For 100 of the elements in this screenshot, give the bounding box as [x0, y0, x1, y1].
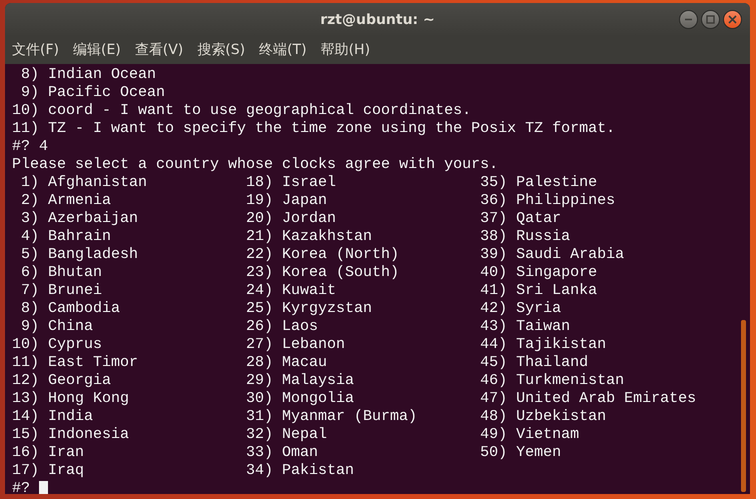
window-title: rzt@ubuntu: ~ [320, 12, 435, 28]
country-name: Philippines [516, 192, 616, 210]
close-icon [728, 15, 737, 24]
option-number: 27) [246, 336, 274, 354]
country-name: Palestine [516, 174, 598, 192]
option-number: 14) [12, 408, 39, 426]
country-name: Yemen [516, 444, 562, 462]
maximize-icon [706, 15, 715, 24]
option-number: 41) [480, 282, 508, 300]
country-name: Indonesia [48, 426, 130, 444]
country-name: Azerbaijan [48, 210, 138, 228]
minimize-button[interactable] [679, 10, 698, 29]
menu-item[interactable]: 帮助(H) [320, 41, 370, 59]
terminal-line: #? 4 [12, 138, 48, 156]
option-number: 22) [246, 246, 274, 264]
country-name: Saudi Arabia [516, 246, 624, 264]
option-number: 36) [480, 192, 508, 210]
menu-item[interactable]: 文件(F) [12, 41, 59, 59]
option-number: 37) [480, 210, 508, 228]
option-number: 24) [246, 282, 274, 300]
menu-item[interactable]: 终端(T) [259, 41, 307, 59]
country-name: Korea (North) [282, 246, 400, 264]
country-name: United Arab Emirates [516, 390, 696, 408]
close-button[interactable] [723, 10, 742, 29]
option-number: 6) [20, 264, 39, 282]
option-number: 4) [20, 228, 39, 246]
option-number: 16) [12, 444, 39, 462]
option-number: 28) [246, 354, 274, 372]
option-number: 20) [246, 210, 274, 228]
country-name: Tajikistan [516, 336, 606, 354]
option-number: 50) [480, 444, 508, 462]
country-name: Japan [282, 192, 328, 210]
option-number: 3) [20, 210, 39, 228]
option-number: 15) [12, 426, 39, 444]
terminal-line: 10) coord - I want to use geographical coordinates. [12, 102, 472, 120]
country-name: Vietnam [516, 426, 580, 444]
option-number: 49) [480, 426, 508, 444]
country-name: Georgia [48, 372, 112, 390]
country-name: Nepal [282, 426, 328, 444]
option-number: 18) [246, 174, 274, 192]
country-name: Pakistan [282, 462, 354, 480]
country-name: Lebanon [282, 336, 346, 354]
terminal-line: 9) Pacific Ocean [20, 84, 166, 102]
country-name: Macau [282, 354, 328, 372]
country-name: Oman [282, 444, 318, 462]
menu-item[interactable]: 编辑(E) [72, 41, 121, 59]
scrollbar-thumb[interactable] [741, 320, 746, 492]
option-number: 38) [480, 228, 508, 246]
terminal-line: 8) Indian Ocean [20, 66, 156, 84]
menu-item[interactable]: 搜索(S) [197, 41, 246, 59]
country-name: Syria [516, 300, 562, 318]
option-number: 17) [12, 462, 39, 480]
option-number: 2) [20, 192, 39, 210]
country-name: Cyprus [48, 336, 102, 354]
prompt-text: #? [12, 480, 30, 494]
country-name: Singapore [516, 264, 598, 282]
option-number: 43) [480, 318, 508, 336]
option-number: 47) [480, 390, 508, 408]
option-number: 1) [20, 174, 39, 192]
country-name: Bangladesh [48, 246, 138, 264]
country-name: Sri Lanka [516, 282, 598, 300]
terminal-line: Please select a country whose clocks agree with yours. [12, 156, 498, 174]
country-name: Iraq [48, 462, 84, 480]
country-name: Myanmar (Burma) [282, 408, 418, 426]
text-cursor [39, 480, 48, 494]
menu-item[interactable]: 查看(V) [134, 41, 184, 59]
option-number: 30) [246, 390, 274, 408]
option-number: 8) [20, 300, 39, 318]
country-name: Uzbekistan [516, 408, 606, 426]
option-number: 12) [12, 372, 39, 390]
option-number: 29) [246, 372, 274, 390]
country-name: Russia [516, 228, 570, 246]
maximize-button[interactable] [701, 10, 720, 29]
country-name: Hong Kong [48, 390, 130, 408]
option-number: 19) [246, 192, 274, 210]
country-name: Israel [282, 174, 336, 192]
country-name: Bahrain [48, 228, 112, 246]
option-number: 21) [246, 228, 274, 246]
country-name: Bhutan [48, 264, 102, 282]
country-name: Jordan [282, 210, 336, 228]
country-name: Taiwan [516, 318, 570, 336]
country-name: Iran [48, 444, 84, 462]
country-name: Afghanistan [48, 174, 148, 192]
option-number: 46) [480, 372, 508, 390]
option-number: 5) [20, 246, 39, 264]
option-number: 32) [246, 426, 274, 444]
option-number: 42) [480, 300, 508, 318]
option-number: 48) [480, 408, 508, 426]
country-name: Brunei [48, 282, 102, 300]
country-name: Kyrgyzstan [282, 300, 372, 318]
option-number: 11) [12, 354, 39, 372]
option-number: 23) [246, 264, 274, 282]
option-number: 7) [20, 282, 39, 300]
country-name: China [48, 318, 94, 336]
country-name: Malaysia [282, 372, 354, 390]
option-number: 40) [480, 264, 508, 282]
country-name: Thailand [516, 354, 588, 372]
country-name: India [48, 408, 94, 426]
option-number: 31) [246, 408, 274, 426]
option-number: 26) [246, 318, 274, 336]
